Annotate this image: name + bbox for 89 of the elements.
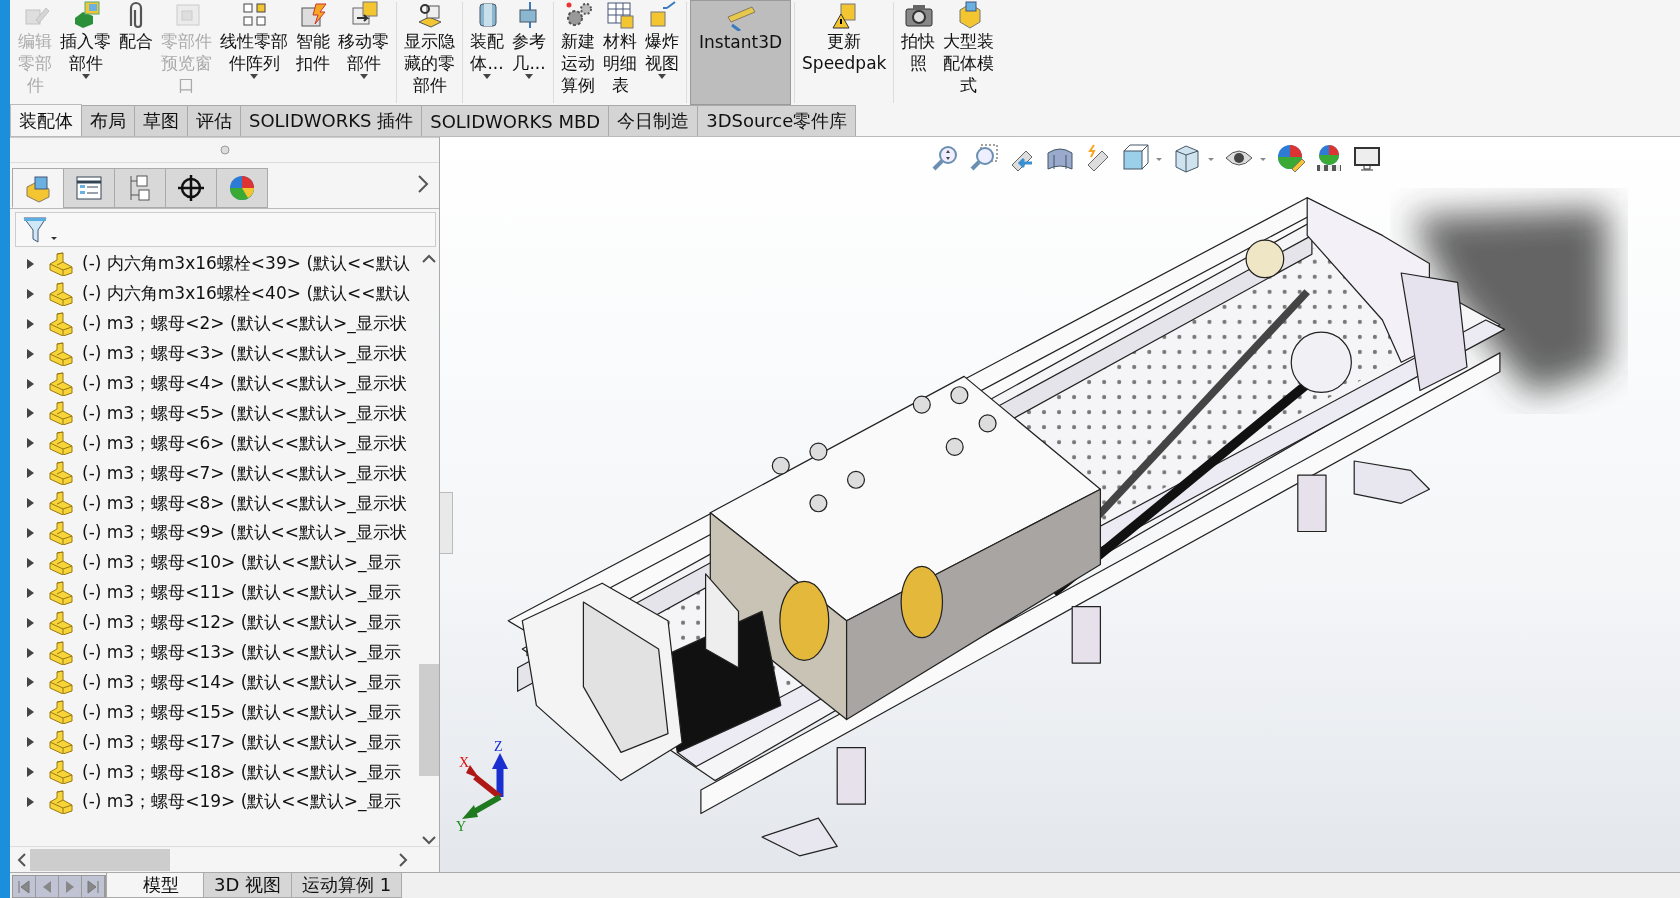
tree-item-label[interactable]: (-) m3；螺母<17> (默认<<默认>_显示: [82, 730, 401, 754]
part-tree-icon: [23, 173, 53, 203]
part-icon: [48, 311, 74, 336]
display-style-icon[interactable]: [1172, 143, 1216, 173]
ribbon-button[interactable]: 线性零部 件阵列: [216, 0, 292, 105]
part-icon: [48, 491, 74, 516]
ribbon-button[interactable]: 配合: [115, 0, 157, 105]
ribbon-button[interactable]: 新建 运动 算例: [557, 0, 599, 105]
ribbon-button[interactable]: Instant3D: [690, 0, 792, 105]
command-tab[interactable]: 今日制造: [608, 105, 699, 136]
bottom-tab[interactable]: 运动算例 1: [291, 873, 403, 898]
panel-collapse-handle[interactable]: [440, 492, 453, 554]
ribbon-button[interactable]: 更新 Speedpak: [798, 0, 891, 105]
part-icon: [48, 431, 74, 456]
bottom-tab[interactable]: 模型: [106, 873, 204, 898]
zoom-area-icon[interactable]: [968, 143, 998, 173]
part-icon: [48, 760, 74, 785]
part-icon: [48, 461, 74, 486]
tree-item-label[interactable]: (-) m3；螺母<7> (默认<<默认>_显示状: [82, 461, 407, 485]
tree-item-label[interactable]: (-) m3；螺母<10> (默认<<默认>_显示: [82, 551, 401, 575]
tree-item-label[interactable]: (-) m3；螺母<8> (默认<<默认>_显示状: [82, 491, 407, 515]
scroll-right-icon[interactable]: [399, 852, 409, 867]
bottom-tab[interactable]: 3D 视图: [203, 873, 293, 898]
part-icon: [48, 550, 74, 575]
ribbon-button[interactable]: 爆炸 视图: [641, 0, 683, 105]
ribbon-button[interactable]: 插入零 部件: [56, 0, 115, 105]
panel-tab[interactable]: [63, 168, 115, 208]
ribbon-button[interactable]: 大型装 配体模 式: [939, 0, 999, 105]
ribbon-button[interactable]: 拍快 照: [897, 0, 940, 105]
tree-item-label[interactable]: (-) m3；螺母<12> (默认<<默认>_显示: [82, 611, 401, 635]
tree-item-label[interactable]: (-) m3；螺母<15> (默认<<默认>_显示: [82, 700, 401, 724]
part-icon: [48, 281, 74, 306]
panel-tab[interactable]: [165, 168, 217, 208]
edit-appearance-icon[interactable]: [1276, 143, 1306, 173]
part-icon: [48, 251, 74, 276]
tree-item-label[interactable]: (-) m3；螺母<6> (默认<<默认>_显示状: [82, 431, 407, 455]
ribbon-button[interactable]: 智能 扣件: [292, 0, 334, 105]
axis-label: X: [459, 755, 470, 770]
command-tab[interactable]: 草图: [134, 105, 188, 136]
ribbon-button[interactable]: 材料 明细 表: [599, 0, 641, 105]
tree-item-label[interactable]: (-) m3；螺母<18> (默认<<默认>_显示: [82, 760, 401, 784]
axis-label: Z: [494, 739, 503, 754]
tree-item-label[interactable]: (-) m3；螺母<3> (默认<<默认>_显示状: [82, 342, 407, 366]
property-list-icon: [74, 173, 104, 203]
apply-scene-icon[interactable]: [1314, 143, 1344, 173]
tree-item-label[interactable]: (-) m3；螺母<13> (默认<<默认>_显示: [82, 641, 401, 664]
command-tab[interactable]: 装配体: [10, 104, 82, 136]
part-icon: [48, 700, 74, 725]
tree-item-label[interactable]: (-) m3；螺母<19> (默认<<默认>_显示: [82, 790, 401, 814]
command-tab[interactable]: 评估: [187, 105, 241, 136]
part-icon: [48, 730, 74, 755]
tree-item-label[interactable]: (-) 内六角m3x16螺栓<40> (默认<<默认: [82, 282, 410, 306]
part-icon: [48, 371, 74, 396]
scrollbar-thumb[interactable]: [30, 848, 170, 871]
zoom-to-fit-icon[interactable]: [930, 143, 960, 173]
command-tab[interactable]: SOLIDWORKS 插件: [240, 105, 423, 136]
scroll-left-icon[interactable]: [16, 852, 26, 867]
command-tab[interactable]: 3DSource零件库: [697, 105, 857, 136]
part-icon: [48, 580, 74, 605]
appearance-sphere-icon: [227, 173, 257, 203]
tree-item-label[interactable]: (-) m3；螺母<9> (默认<<默认>_显示状: [82, 521, 407, 545]
tree-item-label[interactable]: (-) m3；螺母<14> (默认<<默认>_显示: [82, 670, 401, 694]
part-icon: [48, 640, 74, 665]
exploded-view-icon: [647, 0, 677, 30]
tree-item-label[interactable]: (-) 内六角m3x16螺栓<39> (默认<<默认: [82, 252, 410, 276]
tree-item-label[interactable]: (-) m3；螺母<5> (默认<<默认>_显示状: [82, 401, 407, 425]
part-icon: [48, 610, 74, 635]
command-tab[interactable]: 布局: [81, 105, 135, 136]
axis-label: Y: [456, 819, 467, 834]
part-icon: [48, 341, 74, 366]
ribbon-button[interactable]: 装配 体...: [466, 0, 508, 105]
part-icon: [48, 670, 74, 695]
view-orientation-icon[interactable]: [1120, 143, 1164, 173]
part-icon: [48, 789, 74, 814]
ribbon-button[interactable]: 移动零 部件: [334, 0, 393, 105]
crosshair-icon: [176, 173, 206, 203]
scroll-down-icon[interactable]: [422, 836, 436, 846]
command-tab[interactable]: SOLIDWORKS MBD: [421, 105, 610, 136]
ribbon-button[interactable]: 参考 几...: [508, 0, 550, 105]
part-icon: [48, 401, 74, 426]
tree-item-label[interactable]: (-) m3；螺母<11> (默认<<默认>_显示: [82, 581, 401, 605]
ribbon-button[interactable]: 显示隐 藏的零 部件: [400, 0, 459, 105]
tree-item-label[interactable]: (-) m3；螺母<2> (默认<<默认>_显示状: [82, 312, 407, 336]
pin-icon[interactable]: [219, 145, 230, 155]
scrollbar-thumb[interactable]: [419, 664, 439, 776]
filter-icon[interactable]: [22, 214, 58, 245]
scroll-up-icon[interactable]: [422, 253, 436, 263]
tree-item-label[interactable]: (-) m3；螺母<4> (默认<<默认>_显示状: [82, 372, 407, 395]
part-icon: [48, 520, 74, 545]
